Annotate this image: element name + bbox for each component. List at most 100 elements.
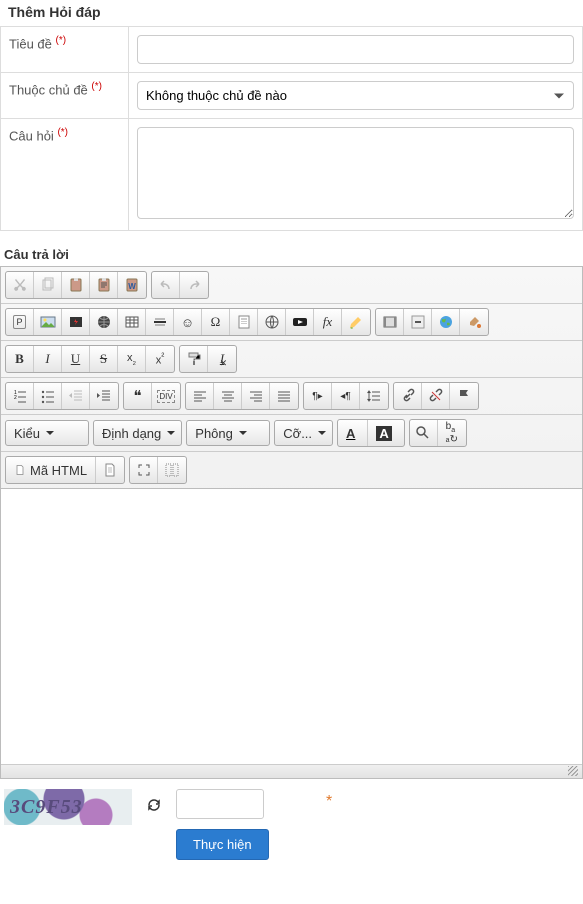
search-icon xyxy=(415,425,431,441)
clipboard-word-icon: W xyxy=(124,277,140,293)
answer-section-label: Câu trả lời xyxy=(0,245,583,266)
youtube-button[interactable] xyxy=(286,309,314,335)
show-blocks-button[interactable] xyxy=(158,457,186,483)
strike-icon: S xyxy=(100,351,107,367)
globe-icon xyxy=(264,314,280,330)
highlight-button[interactable] xyxy=(342,309,370,335)
quote-icon: ❝ xyxy=(133,387,141,405)
flag-icon xyxy=(456,388,472,404)
maximize-button[interactable] xyxy=(130,457,158,483)
paste-word-button[interactable]: W xyxy=(118,272,146,298)
paste-text-button[interactable] xyxy=(90,272,118,298)
redo-icon xyxy=(186,277,202,293)
globe-green-icon xyxy=(438,314,454,330)
copy-format-button[interactable] xyxy=(180,346,208,372)
italic-button[interactable]: I xyxy=(34,346,62,372)
underline-button[interactable]: U xyxy=(62,346,90,372)
copy-button[interactable] xyxy=(34,272,62,298)
question-label-cell: Câu hỏi (*) xyxy=(1,119,129,231)
iframe-button[interactable] xyxy=(90,309,118,335)
pagebreak-button[interactable]: P xyxy=(6,309,34,335)
new-page-button[interactable] xyxy=(96,457,124,483)
bg-color-button[interactable]: A xyxy=(368,420,403,446)
math-button[interactable]: fx xyxy=(314,309,342,335)
bullet-list-button[interactable] xyxy=(34,383,62,409)
strike-button[interactable]: S xyxy=(90,346,118,372)
anchor-button[interactable] xyxy=(450,383,478,409)
cut-button[interactable] xyxy=(6,272,34,298)
flash-button[interactable] xyxy=(62,309,90,335)
highlighter-icon xyxy=(348,314,364,330)
form-table: Tiêu đề (*) Thuộc chủ đề (*) Không thuộc… xyxy=(0,26,583,231)
redo-button[interactable] xyxy=(180,272,208,298)
chevron-down-icon xyxy=(318,431,326,435)
blockquote-button[interactable]: ❝ xyxy=(124,383,152,409)
align-left-button[interactable] xyxy=(186,383,214,409)
scissors-icon xyxy=(12,277,28,293)
hr-button[interactable] xyxy=(146,309,174,335)
refresh-icon xyxy=(146,797,162,813)
style-combo[interactable]: Kiểu xyxy=(5,420,89,446)
film-icon xyxy=(382,314,398,330)
replace-button[interactable]: baa↻ xyxy=(438,420,466,446)
rtl-button[interactable]: ◂¶ xyxy=(332,383,360,409)
paint-bucket-icon xyxy=(466,314,482,330)
line-height-button[interactable] xyxy=(360,383,388,409)
indent-button[interactable] xyxy=(90,383,118,409)
ltr-button[interactable]: ¶▸ xyxy=(304,383,332,409)
editor-resize-handle[interactable] xyxy=(1,764,582,778)
align-center-icon xyxy=(220,388,236,404)
video-button[interactable] xyxy=(376,309,404,335)
align-center-button[interactable] xyxy=(214,383,242,409)
captcha-input[interactable] xyxy=(176,789,264,819)
templates-button[interactable] xyxy=(230,309,258,335)
format-combo[interactable]: Định dạng xyxy=(93,420,182,446)
title-input[interactable] xyxy=(137,35,574,64)
ul-icon xyxy=(40,388,56,404)
document-icon xyxy=(14,462,26,478)
link-button[interactable] xyxy=(394,383,422,409)
table-button[interactable] xyxy=(118,309,146,335)
numbered-list-button[interactable]: 12 xyxy=(6,383,34,409)
font-combo[interactable]: Phông xyxy=(186,420,270,446)
title-label: Tiêu đề xyxy=(9,36,52,51)
editor-content-area[interactable] xyxy=(1,488,582,764)
ol-icon: 12 xyxy=(12,388,28,404)
paste-button[interactable] xyxy=(62,272,90,298)
remove-format-icon: I✕ xyxy=(220,351,224,367)
paint-button[interactable] xyxy=(460,309,488,335)
remove-button[interactable] xyxy=(404,309,432,335)
text-color-button[interactable]: A xyxy=(338,420,368,446)
undo-button[interactable] xyxy=(152,272,180,298)
question-textarea[interactable] xyxy=(137,127,574,219)
size-combo[interactable]: Cỡ... xyxy=(274,420,333,446)
align-right-button[interactable] xyxy=(242,383,270,409)
superscript-button[interactable]: x² xyxy=(146,346,174,372)
unlink-button[interactable] xyxy=(422,383,450,409)
image-button[interactable] xyxy=(34,309,62,335)
div-button[interactable]: DIV xyxy=(152,383,180,409)
line-height-icon xyxy=(366,388,382,404)
subscript-icon: x₂ xyxy=(127,352,136,366)
specialchar-button[interactable]: Ω xyxy=(202,309,230,335)
globe-green-button[interactable] xyxy=(432,309,460,335)
align-justify-button[interactable] xyxy=(270,383,298,409)
smiley-button[interactable]: ☺ xyxy=(174,309,202,335)
svg-text:W: W xyxy=(128,282,136,291)
clipboard-text-icon xyxy=(96,277,112,293)
find-button[interactable] xyxy=(410,420,438,446)
source-button[interactable]: Mã HTML xyxy=(6,457,96,483)
flash-icon xyxy=(68,314,84,330)
remove-format-button[interactable]: I✕ xyxy=(208,346,236,372)
required-mark: (*) xyxy=(56,35,67,46)
outdent-button[interactable] xyxy=(62,383,90,409)
rtl-icon: ◂¶ xyxy=(340,391,350,402)
bold-button[interactable]: B xyxy=(6,346,34,372)
submit-button[interactable]: Thực hiện xyxy=(176,829,269,860)
subscript-button[interactable]: x₂ xyxy=(118,346,146,372)
horizontal-rule-icon xyxy=(152,314,168,330)
web-button[interactable] xyxy=(258,309,286,335)
italic-icon: I xyxy=(45,351,49,367)
captcha-refresh-button[interactable] xyxy=(146,797,162,817)
category-select[interactable]: Không thuộc chủ đề nào xyxy=(137,81,574,110)
